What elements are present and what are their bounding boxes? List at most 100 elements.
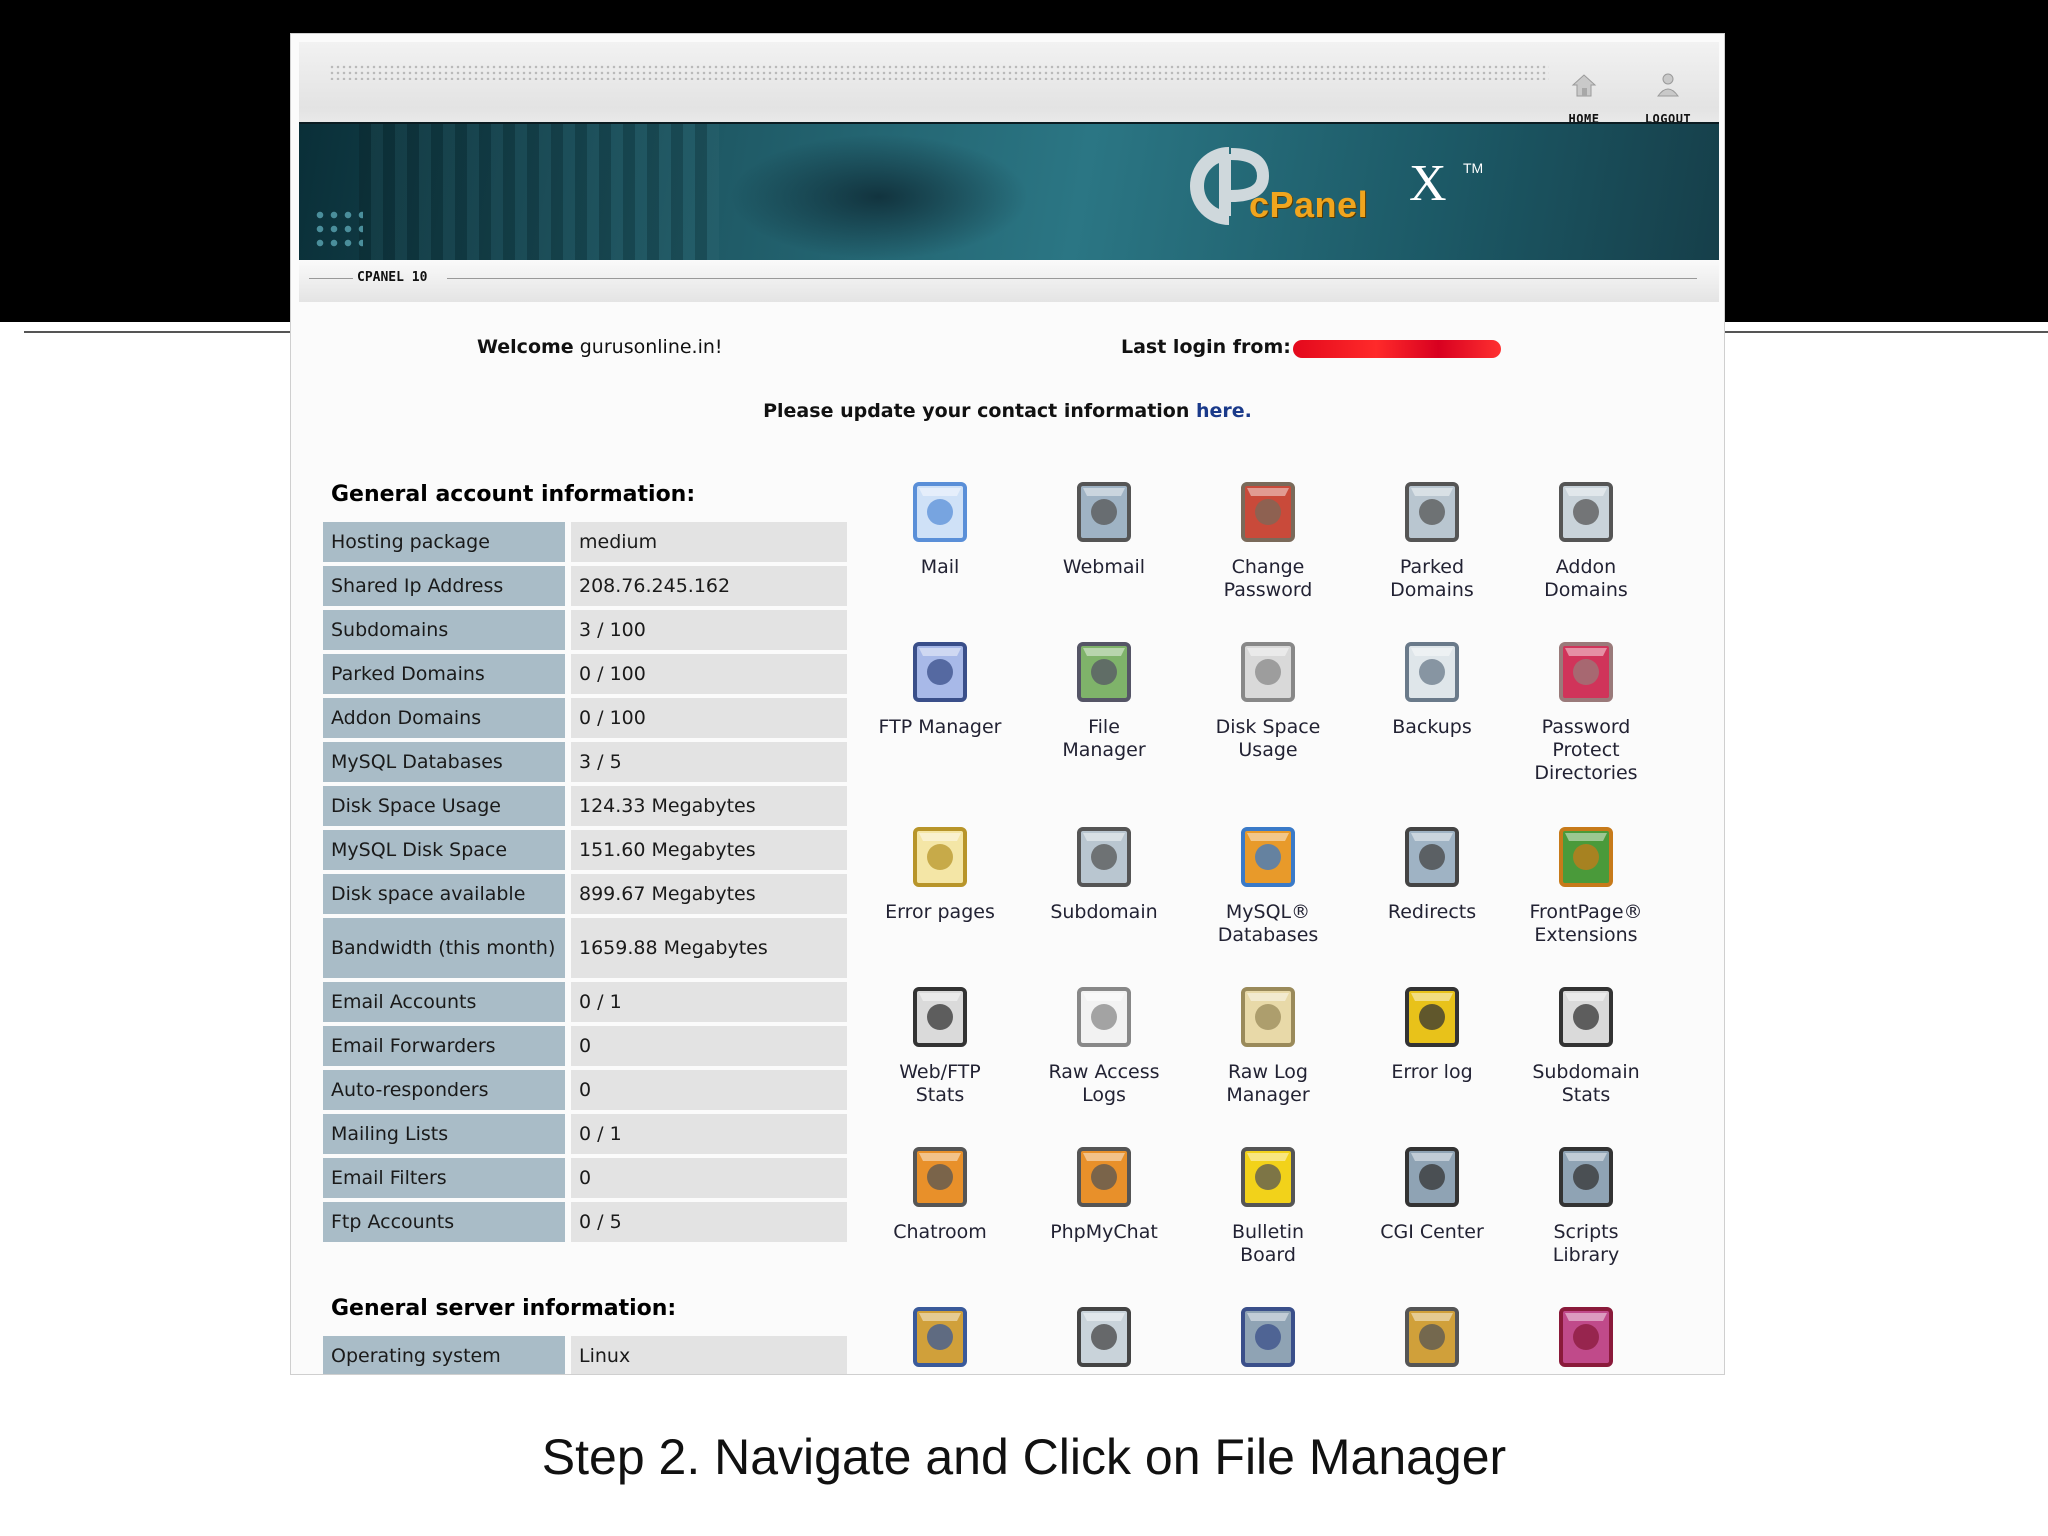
- feature-subdomain-link[interactable]: Subdomain: [1021, 819, 1187, 924]
- feature-label: Addon Domains: [1544, 556, 1628, 601]
- mail-icon: [913, 482, 967, 542]
- slide-caption: Step 2. Navigate and Click on File Manag…: [541, 1429, 1507, 1485]
- info-value: 0: [571, 1070, 847, 1110]
- info-value: 899.67 Megabytes: [571, 874, 847, 914]
- info-value: 0 / 100: [571, 698, 847, 738]
- info-label: Email Filters: [323, 1158, 565, 1198]
- info-value: 208.76.245.162: [571, 566, 847, 606]
- feature-label: Redirects: [1387, 901, 1477, 923]
- feature-password-protect-directories-link[interactable]: Password Protect Directories: [1503, 634, 1669, 785]
- feature-label: Raw Log Manager: [1226, 1061, 1310, 1106]
- feature-web-ftp-stats-link[interactable]: Web/FTP Stats: [857, 979, 1023, 1107]
- info-row: Email Accounts 0 / 1: [323, 982, 847, 1022]
- feature-error-log-link[interactable]: Error log: [1349, 979, 1515, 1084]
- info-row: Addon Domains 0 / 100: [323, 698, 847, 738]
- account-info-heading: General account information:: [331, 482, 696, 507]
- info-row: MySQL Disk Space 151.60 Megabytes: [323, 830, 847, 870]
- cpanel-logo-text: cPanel: [1249, 184, 1369, 225]
- info-row: Disk Space Usage 124.33 Megabytes: [323, 786, 847, 826]
- cpanel-banner: cPanel X TM: [299, 122, 1719, 262]
- feature-label: MySQL® Databases: [1217, 901, 1319, 946]
- feature-raw-log-manager-link[interactable]: Raw Log Manager: [1185, 979, 1351, 1107]
- info-value: 124.33 Megabytes: [571, 786, 847, 826]
- redaction-mark: [1293, 340, 1501, 358]
- info-value: 3 / 100: [571, 610, 847, 650]
- home-icon: [1571, 74, 1597, 97]
- cron-jobs-icon: [1077, 1307, 1131, 1367]
- web-ftp-stats-icon: [913, 987, 967, 1047]
- feature-mail-link[interactable]: Mail: [857, 474, 1023, 579]
- info-row: Bandwidth (this month) 1659.88 Megabytes: [323, 918, 847, 978]
- info-row: Email Filters 0: [323, 1158, 847, 1198]
- feature-ftp-manager-link[interactable]: FTP Manager: [857, 634, 1023, 739]
- feature-phpmychat-link[interactable]: PhpMyChat: [1021, 1139, 1187, 1244]
- info-row: Subdomains 3 / 100: [323, 610, 847, 650]
- feature-file-manager-link[interactable]: File Manager: [1021, 634, 1187, 762]
- feature-disk-space-usage-link[interactable]: Disk Space Usage: [1185, 634, 1351, 762]
- feature-apache-logo-link[interactable]: [1503, 1299, 1669, 1374]
- feature-redirects-link[interactable]: Redirects: [1349, 819, 1515, 924]
- trademark-mark: TM: [1463, 160, 1484, 176]
- feature-label: Error pages: [885, 901, 995, 923]
- feature-cron-jobs-link[interactable]: [1021, 1299, 1187, 1374]
- info-label: Operating system: [323, 1336, 565, 1374]
- feature-subdomain-stats-link[interactable]: Subdomain Stats: [1503, 979, 1669, 1107]
- divider: [447, 278, 1697, 279]
- feature-webmail-link[interactable]: Webmail: [1021, 474, 1187, 579]
- scripts-library-icon: [1559, 1147, 1613, 1207]
- feature-parked-domains-link[interactable]: Parked Domains: [1349, 474, 1515, 602]
- last-login-label: Last login from:: [1121, 336, 1291, 358]
- banner-dot-grid: [313, 208, 363, 252]
- version-label: CPANEL 10: [357, 270, 428, 285]
- cgi-center-icon: [1405, 1147, 1459, 1207]
- raw-log-manager-icon: [1241, 987, 1295, 1047]
- slide-rule-right: [1724, 331, 2048, 333]
- info-label: MySQL Disk Space: [323, 830, 565, 870]
- feature-mysql-databases-link[interactable]: MySQL® Databases: [1185, 819, 1351, 947]
- info-value: medium: [571, 522, 847, 562]
- feature-cgi-center-link[interactable]: CGI Center: [1349, 1139, 1515, 1244]
- info-row: Disk space available 899.67 Megabytes: [323, 874, 847, 914]
- notice-text: Please update your contact information: [763, 400, 1196, 422]
- info-row: Email Forwarders 0: [323, 1026, 847, 1066]
- info-value: 0 / 5: [571, 1202, 847, 1242]
- info-label: Email Forwarders: [323, 1026, 565, 1066]
- feature-frontpage-extensions-link[interactable]: FrontPage® Extensions: [1503, 819, 1669, 947]
- info-row: Auto-responders 0: [323, 1070, 847, 1110]
- feature-chatroom-link[interactable]: Chatroom: [857, 1139, 1023, 1244]
- cpanel-screenshot: HOME LOGOUT cPanel X TM CPANEL 10 Welcom…: [290, 33, 1725, 1375]
- feature-change-password-link[interactable]: Change Password: [1185, 474, 1351, 602]
- feature-label: Parked Domains: [1390, 556, 1474, 601]
- feature-bulletin-board-link[interactable]: Bulletin Board: [1185, 1139, 1351, 1267]
- version-bar: CPANEL 10: [299, 260, 1719, 302]
- info-value: 151.60 Megabytes: [571, 830, 847, 870]
- server-info-table: Operating system Linux: [323, 1336, 847, 1374]
- feature-settings-gear-link[interactable]: [1349, 1299, 1515, 1374]
- feature-shopping-cart-link[interactable]: [857, 1299, 1023, 1374]
- error-log-icon: [1405, 987, 1459, 1047]
- feature-network-tools-link[interactable]: [1185, 1299, 1351, 1374]
- feature-raw-access-logs-link[interactable]: Raw Access Logs: [1021, 979, 1187, 1107]
- info-row: Operating system Linux: [323, 1336, 847, 1374]
- redirects-icon: [1405, 827, 1459, 887]
- info-value: 0 / 1: [571, 1114, 847, 1154]
- webmail-icon: [1077, 482, 1131, 542]
- settings-gear-icon: [1405, 1307, 1459, 1367]
- welcome-text: Welcome gurusonline.in!: [477, 336, 723, 358]
- feature-scripts-library-link[interactable]: Scripts Library: [1503, 1139, 1669, 1267]
- info-label: MySQL Databases: [323, 742, 565, 782]
- feature-backups-link[interactable]: Backups: [1349, 634, 1515, 739]
- feature-label: Disk Space Usage: [1215, 716, 1321, 761]
- info-label: Auto-responders: [323, 1070, 565, 1110]
- contact-update-link[interactable]: here.: [1196, 400, 1252, 422]
- feature-error-pages-link[interactable]: Error pages: [857, 819, 1023, 924]
- contact-notice: Please update your contact information h…: [291, 400, 1724, 422]
- feature-addon-domains-link[interactable]: Addon Domains: [1503, 474, 1669, 602]
- feature-label: Scripts Library: [1552, 1221, 1620, 1266]
- feature-label: Mail: [920, 556, 960, 578]
- feature-label: Backups: [1392, 716, 1472, 738]
- feature-label: Change Password: [1223, 556, 1313, 601]
- feature-label: Subdomain: [1050, 901, 1158, 923]
- feature-label: Web/FTP Stats: [899, 1061, 981, 1106]
- file-manager-icon: [1077, 642, 1131, 702]
